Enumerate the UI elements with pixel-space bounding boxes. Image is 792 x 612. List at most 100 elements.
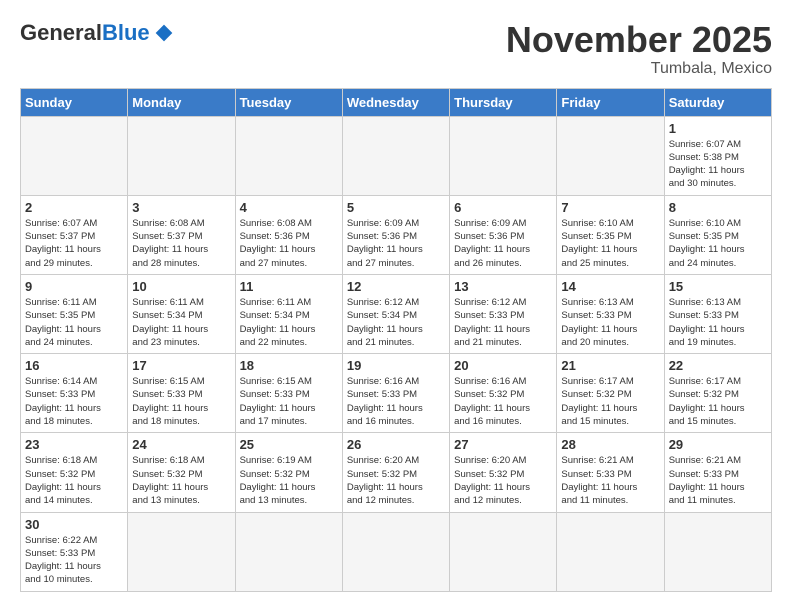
day-info: Sunrise: 6:07 AM Sunset: 5:38 PM Dayligh…: [669, 138, 767, 191]
day-header-wednesday: Wednesday: [342, 88, 449, 116]
day-number: 16: [25, 358, 123, 373]
day-info: Sunrise: 6:21 AM Sunset: 5:33 PM Dayligh…: [561, 454, 659, 507]
day-number: 11: [240, 279, 338, 294]
calendar-cell: [557, 512, 664, 591]
location: Tumbala, Mexico: [506, 60, 772, 78]
day-info: Sunrise: 6:16 AM Sunset: 5:32 PM Dayligh…: [454, 375, 552, 428]
day-info: Sunrise: 6:10 AM Sunset: 5:35 PM Dayligh…: [669, 217, 767, 270]
calendar-cell: [342, 116, 449, 195]
day-header-sunday: Sunday: [21, 88, 128, 116]
day-number: 27: [454, 437, 552, 452]
day-header-friday: Friday: [557, 88, 664, 116]
day-info: Sunrise: 6:20 AM Sunset: 5:32 PM Dayligh…: [347, 454, 445, 507]
calendar-cell: [557, 116, 664, 195]
calendar-cell: [664, 512, 771, 591]
day-number: 4: [240, 200, 338, 215]
calendar-cell: [128, 116, 235, 195]
calendar-cell: 14 Sunrise: 6:13 AM Sunset: 5:33 PM Dayli…: [557, 274, 664, 353]
day-number: 8: [669, 200, 767, 215]
day-info: Sunrise: 6:08 AM Sunset: 5:36 PM Dayligh…: [240, 217, 338, 270]
day-info: Sunrise: 6:09 AM Sunset: 5:36 PM Dayligh…: [347, 217, 445, 270]
day-number: 3: [132, 200, 230, 215]
calendar-cell: 21Sunrise: 6:17 AM Sunset: 5:32 PM Dayli…: [557, 354, 664, 433]
calendar-cell: 27Sunrise: 6:20 AM Sunset: 5:32 PM Dayli…: [450, 433, 557, 512]
day-number: 6: [454, 200, 552, 215]
day-info: Sunrise: 6:19 AM Sunset: 5:32 PM Dayligh…: [240, 454, 338, 507]
calendar-cell: [21, 116, 128, 195]
calendar-cell: 25 Sunrise: 6:19 AM Sunset: 5:32 PM Dayli…: [235, 433, 342, 512]
calendar-week-4: 16 Sunrise: 6:14 AM Sunset: 5:33 PM Dayli…: [21, 354, 772, 433]
calendar-cell: 11Sunrise: 6:11 AM Sunset: 5:34 PM Dayli…: [235, 274, 342, 353]
title-block: November 2025 Tumbala, Mexico: [506, 20, 772, 78]
calendar-cell: 22 Sunrise: 6:17 AM Sunset: 5:32 PM Dayli…: [664, 354, 771, 433]
day-info: Sunrise: 6:12 AM Sunset: 5:34 PM Dayligh…: [347, 296, 445, 349]
calendar-cell: [342, 512, 449, 591]
calendar-cell: 19Sunrise: 6:16 AM Sunset: 5:33 PM Dayli…: [342, 354, 449, 433]
day-number: 9: [25, 279, 123, 294]
day-number: 25: [240, 437, 338, 452]
day-number: 30: [25, 517, 123, 532]
day-info: Sunrise: 6:11 AM Sunset: 5:35 PM Dayligh…: [25, 296, 123, 349]
day-header-monday: Monday: [128, 88, 235, 116]
day-info: Sunrise: 6:18 AM Sunset: 5:32 PM Dayligh…: [25, 454, 123, 507]
calendar-cell: 13 Sunrise: 6:12 AM Sunset: 5:33 PM Dayli…: [450, 274, 557, 353]
day-info: Sunrise: 6:21 AM Sunset: 5:33 PM Dayligh…: [669, 454, 767, 507]
day-number: 15: [669, 279, 767, 294]
calendar-cell: 28 Sunrise: 6:21 AM Sunset: 5:33 PM Dayli…: [557, 433, 664, 512]
day-info: Sunrise: 6:08 AM Sunset: 5:37 PM Dayligh…: [132, 217, 230, 270]
calendar-cell: 1Sunrise: 6:07 AM Sunset: 5:38 PM Daylig…: [664, 116, 771, 195]
day-header-saturday: Saturday: [664, 88, 771, 116]
day-number: 24: [132, 437, 230, 452]
calendar-cell: 4 Sunrise: 6:08 AM Sunset: 5:36 PM Daylig…: [235, 195, 342, 274]
day-number: 22: [669, 358, 767, 373]
day-info: Sunrise: 6:14 AM Sunset: 5:33 PM Dayligh…: [25, 375, 123, 428]
day-info: Sunrise: 6:22 AM Sunset: 5:33 PM Dayligh…: [25, 534, 123, 587]
calendar-cell: 23Sunrise: 6:18 AM Sunset: 5:32 PM Dayli…: [21, 433, 128, 512]
day-info: Sunrise: 6:09 AM Sunset: 5:36 PM Dayligh…: [454, 217, 552, 270]
day-number: 20: [454, 358, 552, 373]
day-number: 7: [561, 200, 659, 215]
calendar-cell: 9 Sunrise: 6:11 AM Sunset: 5:35 PM Daylig…: [21, 274, 128, 353]
calendar-cell: 10Sunrise: 6:11 AM Sunset: 5:34 PM Dayli…: [128, 274, 235, 353]
calendar-cell: [450, 116, 557, 195]
day-number: 21: [561, 358, 659, 373]
calendar-cell: 29 Sunrise: 6:21 AM Sunset: 5:33 PM Dayli…: [664, 433, 771, 512]
calendar-week-3: 9 Sunrise: 6:11 AM Sunset: 5:35 PM Daylig…: [21, 274, 772, 353]
calendar-cell: [235, 116, 342, 195]
day-info: Sunrise: 6:10 AM Sunset: 5:35 PM Dayligh…: [561, 217, 659, 270]
calendar-cell: 5Sunrise: 6:09 AM Sunset: 5:36 PM Daylig…: [342, 195, 449, 274]
day-number: 29: [669, 437, 767, 452]
day-info: Sunrise: 6:12 AM Sunset: 5:33 PM Dayligh…: [454, 296, 552, 349]
day-number: 13: [454, 279, 552, 294]
calendar-cell: [235, 512, 342, 591]
day-number: 14: [561, 279, 659, 294]
logo: General Blue: [20, 20, 174, 46]
calendar-cell: 15Sunrise: 6:13 AM Sunset: 5:33 PM Dayli…: [664, 274, 771, 353]
month-title: November 2025: [506, 20, 772, 60]
day-info: Sunrise: 6:18 AM Sunset: 5:32 PM Dayligh…: [132, 454, 230, 507]
day-info: Sunrise: 6:17 AM Sunset: 5:32 PM Dayligh…: [669, 375, 767, 428]
logo-icon: [154, 23, 174, 43]
calendar-cell: 16 Sunrise: 6:14 AM Sunset: 5:33 PM Dayli…: [21, 354, 128, 433]
calendar-cell: 24 Sunrise: 6:18 AM Sunset: 5:32 PM Dayli…: [128, 433, 235, 512]
page-header: General Blue November 2025 Tumbala, Mexi…: [20, 20, 772, 78]
day-info: Sunrise: 6:13 AM Sunset: 5:33 PM Dayligh…: [561, 296, 659, 349]
day-number: 18: [240, 358, 338, 373]
day-number: 28: [561, 437, 659, 452]
calendar-cell: [128, 512, 235, 591]
calendar-cell: 17Sunrise: 6:15 AM Sunset: 5:33 PM Dayli…: [128, 354, 235, 433]
calendar-cell: 30 Sunrise: 6:22 AM Sunset: 5:33 PM Dayli…: [21, 512, 128, 591]
day-number: 26: [347, 437, 445, 452]
day-info: Sunrise: 6:15 AM Sunset: 5:33 PM Dayligh…: [240, 375, 338, 428]
day-number: 10: [132, 279, 230, 294]
calendar-cell: 7 Sunrise: 6:10 AM Sunset: 5:35 PM Daylig…: [557, 195, 664, 274]
calendar-week-2: 2Sunrise: 6:07 AM Sunset: 5:37 PM Daylig…: [21, 195, 772, 274]
calendar-table: SundayMondayTuesdayWednesdayThursdayFrid…: [20, 88, 772, 592]
calendar-cell: 12 Sunrise: 6:12 AM Sunset: 5:34 PM Dayli…: [342, 274, 449, 353]
calendar-header-row: SundayMondayTuesdayWednesdayThursdayFrid…: [21, 88, 772, 116]
calendar-cell: 8 Sunrise: 6:10 AM Sunset: 5:35 PM Daylig…: [664, 195, 771, 274]
calendar-cell: [450, 512, 557, 591]
day-info: Sunrise: 6:15 AM Sunset: 5:33 PM Dayligh…: [132, 375, 230, 428]
calendar-week-5: 23Sunrise: 6:18 AM Sunset: 5:32 PM Dayli…: [21, 433, 772, 512]
day-number: 12: [347, 279, 445, 294]
